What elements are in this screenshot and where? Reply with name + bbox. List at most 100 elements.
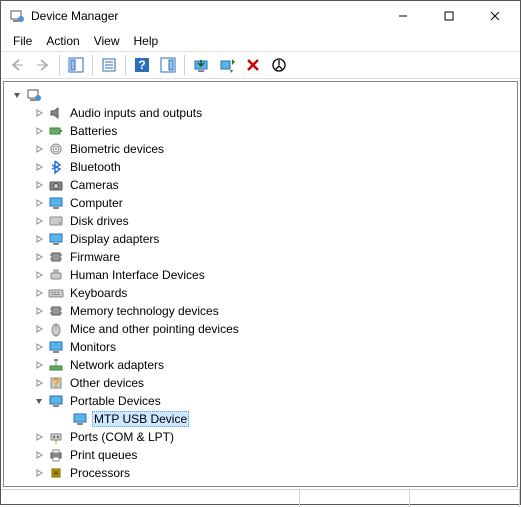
tree-item[interactable]: Batteries bbox=[8, 122, 517, 140]
mouse-icon bbox=[48, 321, 64, 337]
expand-toggle[interactable] bbox=[32, 250, 46, 264]
chip-icon bbox=[48, 249, 64, 265]
tree-item[interactable]: Ports (COM & LPT) bbox=[8, 428, 517, 446]
tree-item-label: Ports (COM & LPT) bbox=[68, 430, 176, 444]
properties-button[interactable] bbox=[97, 53, 121, 77]
monitor-icon bbox=[72, 411, 88, 427]
expand-toggle[interactable] bbox=[32, 358, 46, 372]
expand-toggle[interactable] bbox=[32, 196, 46, 210]
scan-hardware-button[interactable] bbox=[215, 53, 239, 77]
expand-toggle[interactable] bbox=[32, 286, 46, 300]
expand-toggle[interactable] bbox=[32, 178, 46, 192]
expand-toggle[interactable] bbox=[32, 268, 46, 282]
action-pane-button[interactable] bbox=[156, 53, 180, 77]
expand-toggle[interactable] bbox=[32, 466, 46, 480]
expand-toggle[interactable] bbox=[32, 322, 46, 336]
expand-toggle[interactable] bbox=[10, 88, 24, 102]
printer-icon bbox=[48, 447, 64, 463]
tree-item-label: Portable Devices bbox=[68, 394, 163, 408]
tree-item[interactable]: Network adapters bbox=[8, 356, 517, 374]
app-icon bbox=[9, 8, 25, 24]
tree-item-label: Batteries bbox=[68, 124, 119, 138]
chip-icon bbox=[48, 303, 64, 319]
unknown-icon: ? bbox=[48, 375, 64, 391]
computer-icon bbox=[26, 87, 42, 103]
tree-item[interactable]: Audio inputs and outputs bbox=[8, 104, 517, 122]
tree-item-label: Display adapters bbox=[68, 232, 161, 246]
expand-toggle[interactable] bbox=[32, 304, 46, 318]
tree-item-label: Mice and other pointing devices bbox=[68, 322, 241, 336]
tree-item[interactable]: Monitors bbox=[8, 338, 517, 356]
disable-device-button[interactable] bbox=[267, 53, 291, 77]
show-hide-console-tree-button[interactable] bbox=[64, 53, 88, 77]
expand-toggle[interactable] bbox=[32, 214, 46, 228]
tree-item[interactable]: Biometric devices bbox=[8, 140, 517, 158]
expand-toggle[interactable] bbox=[32, 376, 46, 390]
tree-item-label: Print queues bbox=[68, 448, 139, 462]
monitor-icon bbox=[48, 339, 64, 355]
expand-toggle[interactable] bbox=[32, 142, 46, 156]
tree-item-label: Keyboards bbox=[68, 286, 129, 300]
tree-item[interactable]: Cameras bbox=[8, 176, 517, 194]
tree-item-label: Monitors bbox=[68, 340, 118, 354]
forward-button[interactable] bbox=[31, 53, 55, 77]
disk-icon bbox=[48, 213, 64, 229]
tree-item[interactable]: Display adapters bbox=[8, 230, 517, 248]
menu-file[interactable]: File bbox=[7, 32, 38, 50]
monitor-icon bbox=[48, 195, 64, 211]
keyboard-icon bbox=[48, 285, 64, 301]
menu-view[interactable]: View bbox=[88, 32, 126, 50]
hid-icon bbox=[48, 267, 64, 283]
minimize-button[interactable] bbox=[380, 1, 426, 31]
svg-text:?: ? bbox=[138, 58, 145, 72]
tree-item[interactable]: Portable Devices bbox=[8, 392, 517, 410]
tree-item[interactable]: Memory technology devices bbox=[8, 302, 517, 320]
menubar: File Action View Help bbox=[1, 31, 520, 51]
expand-toggle[interactable] bbox=[32, 340, 46, 354]
uninstall-device-button[interactable] bbox=[241, 53, 265, 77]
expand-toggle[interactable] bbox=[32, 232, 46, 246]
tree-item[interactable]: Mice and other pointing devices bbox=[8, 320, 517, 338]
maximize-button[interactable] bbox=[426, 1, 472, 31]
tree-item[interactable]: Human Interface Devices bbox=[8, 266, 517, 284]
toolbar: ? bbox=[1, 51, 520, 79]
bluetooth-icon bbox=[48, 159, 64, 175]
tree-item[interactable]: Computer bbox=[8, 194, 517, 212]
tree-item[interactable]: ? Other devices bbox=[8, 374, 517, 392]
help-button[interactable]: ? bbox=[130, 53, 154, 77]
separator bbox=[92, 55, 93, 75]
expand-toggle[interactable] bbox=[32, 448, 46, 462]
expand-toggle[interactable] bbox=[32, 394, 46, 408]
tree-item[interactable]: MTP USB Device bbox=[8, 410, 517, 428]
expand-toggle[interactable] bbox=[32, 106, 46, 120]
expand-toggle[interactable] bbox=[32, 430, 46, 444]
separator bbox=[59, 55, 60, 75]
tree-root[interactable] bbox=[8, 86, 517, 104]
device-tree[interactable]: Audio inputs and outputs Batteries Biometr… bbox=[4, 82, 517, 486]
tree-item-label: Audio inputs and outputs bbox=[68, 106, 204, 120]
tree-item-label: Cameras bbox=[68, 178, 121, 192]
tree-item[interactable]: Processors bbox=[8, 464, 517, 482]
tree-item[interactable]: Keyboards bbox=[8, 284, 517, 302]
fingerprint-icon bbox=[48, 141, 64, 157]
tree-item[interactable]: Firmware bbox=[8, 248, 517, 266]
menu-help[interactable]: Help bbox=[128, 32, 165, 50]
update-driver-button[interactable] bbox=[189, 53, 213, 77]
expand-toggle[interactable] bbox=[32, 160, 46, 174]
tree-item[interactable]: Print queues bbox=[8, 446, 517, 464]
monitor-icon bbox=[48, 393, 64, 409]
tree-item-label: MTP USB Device bbox=[92, 411, 189, 427]
cpu-icon bbox=[48, 465, 64, 481]
menu-action[interactable]: Action bbox=[40, 32, 85, 50]
tree-item[interactable]: Disk drives bbox=[8, 212, 517, 230]
back-button[interactable] bbox=[5, 53, 29, 77]
device-tree-container: Audio inputs and outputs Batteries Biometr… bbox=[3, 81, 518, 487]
tree-item-label: Other devices bbox=[68, 376, 146, 390]
tree-item[interactable]: Bluetooth bbox=[8, 158, 517, 176]
close-button[interactable] bbox=[472, 1, 518, 31]
battery-icon bbox=[48, 123, 64, 139]
tree-item-label: Disk drives bbox=[68, 214, 131, 228]
expand-toggle[interactable] bbox=[32, 124, 46, 138]
tree-item-label: Human Interface Devices bbox=[68, 268, 207, 282]
separator bbox=[184, 55, 185, 75]
